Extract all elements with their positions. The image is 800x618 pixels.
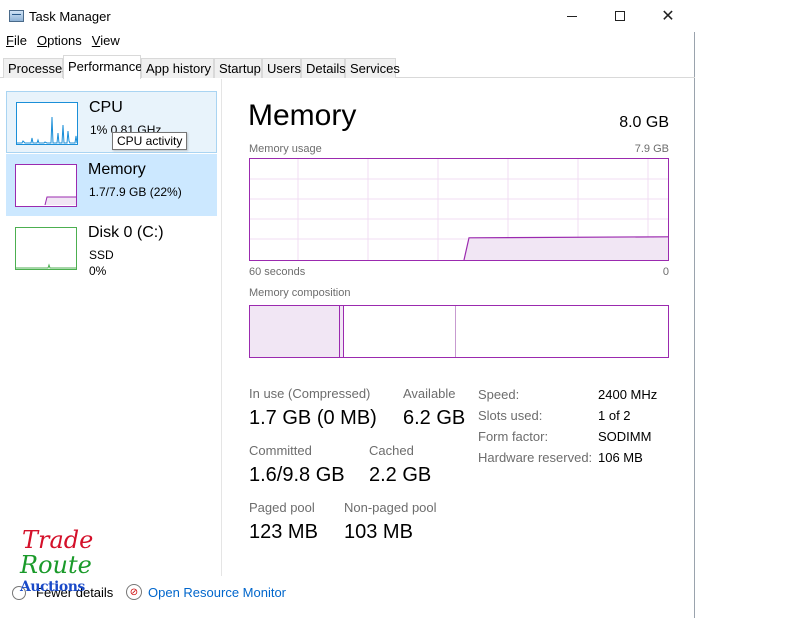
composition-in-use [250, 306, 340, 357]
memory-usage-max: 7.9 GB [634, 143, 669, 155]
open-resource-monitor-link[interactable]: Open Resource Monitor [148, 585, 286, 600]
tab-details[interactable]: Details [301, 58, 346, 78]
watermark-line-2: Route [20, 551, 92, 579]
maximize-icon [615, 11, 625, 21]
close-icon: ✕ [661, 8, 675, 25]
sidebar-item-disk[interactable]: Disk 0 (C:) SSD 0% [6, 217, 217, 279]
available-value: 6.2 GB [403, 407, 466, 429]
tab-performance[interactable]: Performance [63, 55, 142, 79]
watermark-line-1: Trade [22, 526, 94, 554]
watermark-line-3: Auctions [20, 579, 85, 595]
task-manager-window: Task Manager ✕ File Options View Process… [0, 0, 695, 618]
performance-sidebar: CPU 1% 0.81 GHz Memory 1.7/7.9 GB (22%) … [0, 79, 222, 576]
tab-services[interactable]: Services [345, 58, 400, 78]
tab-users[interactable]: Users [262, 58, 301, 78]
minimize-button[interactable] [549, 0, 595, 32]
cpu-label: CPU [89, 99, 123, 116]
cpu-sparkline [17, 116, 78, 144]
disk-thumbnail-graph [15, 227, 77, 270]
memory-usage-chart [250, 159, 669, 261]
tab-processes[interactable]: Processes [3, 58, 69, 78]
footer-bar: Fewer details ⊘ Open Resource Monitor [0, 578, 695, 608]
task-manager-app-icon [9, 10, 24, 22]
memory-detail-panel: Memory 8.0 GB Memory usage 7.9 GB 60 sec… [223, 79, 694, 576]
form-factor-label: Form factor: [478, 429, 549, 444]
non-paged-pool-label: Non-paged pool [344, 500, 437, 515]
trade-route-auctions-watermark: Trade Route Auctions [18, 526, 94, 600]
minimize-icon [567, 15, 577, 17]
disk-label: Disk 0 (C:) [88, 224, 164, 241]
available-label: Available [403, 386, 456, 401]
non-paged-pool-value: 103 MB [344, 521, 413, 543]
disk-usage: 0% [89, 264, 107, 278]
memory-total: 8.0 GB [619, 114, 669, 131]
hardware-reserved-label: Hardware reserved: [478, 450, 593, 465]
menu-options[interactable]: Options [32, 33, 87, 53]
window-title: Task Manager [29, 9, 111, 24]
memory-thumbnail-graph [15, 164, 77, 207]
memory-label: Memory [88, 161, 146, 178]
close-button[interactable]: ✕ [645, 0, 691, 32]
page-title: Memory [248, 99, 357, 132]
tab-strip: Processes Performance App history Startu… [0, 55, 695, 79]
menu-file[interactable]: File [0, 33, 32, 53]
title-bar[interactable]: Task Manager ✕ [0, 0, 695, 32]
menu-bar: File Options View [0, 33, 125, 53]
composition-standby [344, 306, 456, 357]
tab-app-history[interactable]: App history [141, 58, 214, 78]
disk-type: SSD [89, 248, 114, 262]
in-use-value: 1.7 GB (0 MB) [249, 407, 377, 429]
resource-monitor-icon[interactable]: ⊘ [126, 584, 142, 600]
memory-sparkline [16, 196, 76, 206]
hardware-reserved-value: 106 MB [598, 450, 643, 465]
paged-pool-value: 123 MB [249, 521, 318, 543]
maximize-button[interactable] [597, 0, 643, 32]
slots-used-label: Slots used: [478, 408, 543, 423]
graph-zero-label: 0 [662, 266, 669, 278]
graph-time-axis-label: 60 seconds [249, 266, 306, 278]
sidebar-item-memory[interactable]: Memory 1.7/7.9 GB (22%) [6, 154, 217, 216]
memory-usage-graph [249, 158, 669, 261]
composition-free [456, 306, 668, 357]
memory-composition-label: Memory composition [249, 287, 351, 299]
cpu-thumbnail-graph [16, 102, 78, 145]
menu-view[interactable]: View [87, 33, 125, 53]
memory-composition-bar [249, 305, 669, 358]
committed-label: Committed [249, 443, 312, 458]
speed-value: 2400 MHz [598, 387, 658, 402]
cached-value: 2.2 GB [369, 464, 432, 486]
memory-usage-label: Memory usage [249, 143, 322, 155]
cached-label: Cached [369, 443, 414, 458]
cpu-activity-tooltip: CPU activity [112, 132, 188, 150]
disk-sparkline [16, 263, 76, 269]
tab-startup[interactable]: Startup [214, 58, 262, 78]
speed-label: Speed: [478, 387, 520, 402]
committed-value: 1.6/9.8 GB [249, 464, 345, 486]
in-use-label: In use (Compressed) [249, 386, 371, 401]
form-factor-value: SODIMM [598, 429, 652, 444]
memory-usage-text: 1.7/7.9 GB (22%) [89, 185, 182, 199]
paged-pool-label: Paged pool [249, 500, 315, 515]
slots-used-value: 1 of 2 [598, 408, 631, 423]
